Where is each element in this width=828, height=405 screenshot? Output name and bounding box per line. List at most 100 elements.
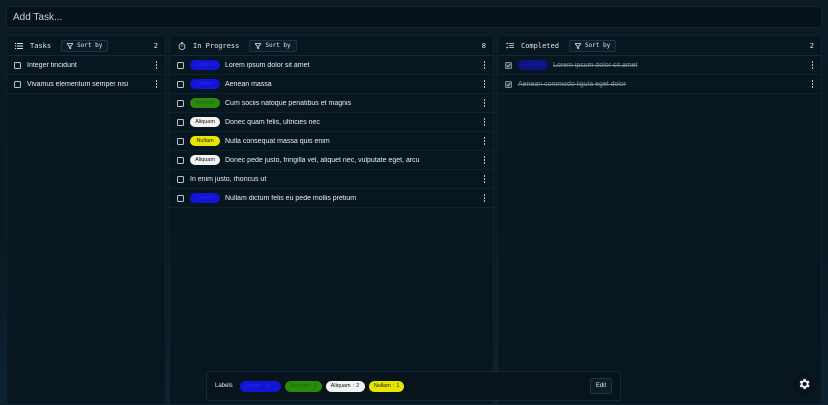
task-checkbox[interactable] <box>505 80 512 88</box>
task-row[interactable]: Aliquam Donec quam felis, ultricies nec <box>170 113 493 132</box>
task-row[interactable]: Aliquam Donec pede justo, fringilla vel,… <box>170 151 493 170</box>
label-chip[interactable]: Aenean:1 <box>284 380 322 392</box>
kebab-icon[interactable] <box>811 61 814 69</box>
task-text: Lorem ipsum dolor sit amet <box>225 61 310 69</box>
label-count: 1 <box>314 382 318 389</box>
task-text: Aenean massa <box>225 80 272 88</box>
task-checkbox[interactable] <box>505 61 512 69</box>
label-count: 1 <box>396 382 400 389</box>
in-progress-column-header: In Progress Sort by 8 <box>170 36 493 56</box>
completed-column-header: Completed Sort by 2 <box>498 36 821 56</box>
sort-by-label: Sort by <box>77 42 103 49</box>
task-text: Nulla consequat massa quis enim <box>225 137 330 145</box>
kebab-icon[interactable] <box>483 137 486 145</box>
task-count: 2 <box>153 41 158 50</box>
task-text: Nullam dictum felis eu pede mollis preti… <box>225 194 357 202</box>
task-row[interactable]: Aenean Cum sociis natoque penatibus et m… <box>170 94 493 113</box>
kebab-icon[interactable] <box>483 194 486 202</box>
kebab-icon[interactable] <box>483 156 486 164</box>
task-label-tag: Nullam <box>190 136 220 146</box>
labels-bar: Labels Lorem:3 Aenean:1 Aliquam:2 Nullam… <box>206 371 621 401</box>
sort-by-button[interactable]: Sort by <box>568 39 617 52</box>
label-chip[interactable]: Lorem:3 <box>239 380 281 392</box>
checklist-icon <box>505 41 515 51</box>
kebab-icon[interactable] <box>483 61 486 69</box>
task-row[interactable]: Aenean commodo ligula eget dolor <box>498 75 821 94</box>
edit-labels-button[interactable]: Edit <box>590 378 612 394</box>
column-title: Completed <box>521 41 559 50</box>
check-icon <box>506 63 511 67</box>
task-checkbox[interactable] <box>177 99 184 107</box>
completed-column: Completed Sort by 2 Lorem Lorem ipsum do… <box>497 35 822 405</box>
task-checkbox[interactable] <box>14 80 21 88</box>
filter-icon <box>255 42 262 49</box>
label-name: Nullam <box>373 382 391 389</box>
sort-by-button[interactable]: Sort by <box>249 39 297 52</box>
sort-by-label: Sort by <box>584 42 611 49</box>
add-task-input[interactable]: Add Task... <box>6 6 822 28</box>
kebab-icon[interactable] <box>483 175 486 183</box>
task-row[interactable]: Integer tincidunt <box>7 56 165 75</box>
task-label-tag: Aliquam <box>190 117 220 127</box>
label-name: Aenean <box>289 382 309 389</box>
task-checkbox[interactable] <box>14 61 21 69</box>
task-text: Integer tincidunt <box>27 61 77 69</box>
labels-title: Labels <box>215 383 233 389</box>
label-name: Lorem <box>244 382 261 389</box>
task-text: Aenean commodo ligula eget dolor <box>518 80 627 88</box>
task-label-tag: Lorem <box>190 193 220 203</box>
task-checkbox[interactable] <box>177 61 184 69</box>
task-label-tag: Aliquam <box>190 155 220 165</box>
task-text: Vivamus elementum semper nisi <box>27 80 129 88</box>
label-count: 2 <box>356 382 360 389</box>
task-text: Cum sociis natoque penatibus et magnis <box>225 99 352 107</box>
kebab-icon[interactable] <box>811 80 814 88</box>
column-title: In Progress <box>193 41 240 50</box>
task-count: 2 <box>809 41 814 50</box>
filter-icon <box>574 42 581 49</box>
timer-icon <box>177 41 187 51</box>
column-title: Tasks <box>30 41 52 50</box>
task-label-tag: Lorem <box>518 60 548 70</box>
task-row[interactable]: Lorem Lorem ipsum dolor sit amet <box>498 56 821 75</box>
task-checkbox[interactable] <box>177 137 184 145</box>
task-count: 8 <box>481 41 486 50</box>
kebab-icon[interactable] <box>483 80 486 88</box>
task-row[interactable]: Lorem Aenean massa <box>170 75 493 94</box>
task-row[interactable]: Vivamus elementum semper nisi <box>7 75 165 94</box>
task-checkbox[interactable] <box>177 118 184 126</box>
task-label-tag: Aenean <box>190 98 220 108</box>
task-text: In enim justo, rhoncus ut <box>190 175 267 183</box>
sort-by-label: Sort by <box>265 42 291 49</box>
check-icon <box>506 82 511 86</box>
task-checkbox[interactable] <box>177 194 184 202</box>
in-progress-column: In Progress Sort by 8 Lorem Lorem ipsum … <box>169 35 494 405</box>
list-icon <box>14 41 24 51</box>
task-checkbox[interactable] <box>177 80 184 88</box>
task-label-tag: Lorem <box>190 79 220 89</box>
task-text: Lorem ipsum dolor sit amet <box>553 61 638 69</box>
task-row[interactable]: Lorem Lorem ipsum dolor sit amet <box>170 56 493 75</box>
kebab-icon[interactable] <box>483 99 486 107</box>
filter-icon <box>67 42 74 49</box>
task-label-tag: Lorem <box>190 60 220 70</box>
task-checkbox[interactable] <box>177 175 184 183</box>
label-name: Aliquam <box>330 382 351 389</box>
task-row[interactable]: Lorem Nullam dictum felis eu pede mollis… <box>170 189 493 208</box>
task-row[interactable]: Nullam Nulla consequat massa quis enim <box>170 132 493 151</box>
kebab-icon[interactable] <box>155 80 158 88</box>
sort-by-button[interactable]: Sort by <box>61 39 109 52</box>
tasks-column-header: Tasks Sort by 2 <box>7 36 165 56</box>
task-text: Donec quam felis, ultricies nec <box>225 118 320 126</box>
label-count: 3 <box>265 382 269 389</box>
tasks-column: Tasks Sort by 2 Integer tincidunt Vivamu… <box>6 35 166 405</box>
label-chip[interactable]: Aliquam:2 <box>325 380 365 392</box>
gear-icon <box>799 378 810 390</box>
task-text: Donec pede justo, fringilla vel, aliquet… <box>225 156 420 164</box>
task-row[interactable]: In enim justo, rhoncus ut <box>170 170 493 189</box>
kebab-icon[interactable] <box>155 61 158 69</box>
label-chip[interactable]: Nullam:1 <box>368 380 404 392</box>
settings-button[interactable] <box>793 373 815 395</box>
task-checkbox[interactable] <box>177 156 184 164</box>
kebab-icon[interactable] <box>483 118 486 126</box>
